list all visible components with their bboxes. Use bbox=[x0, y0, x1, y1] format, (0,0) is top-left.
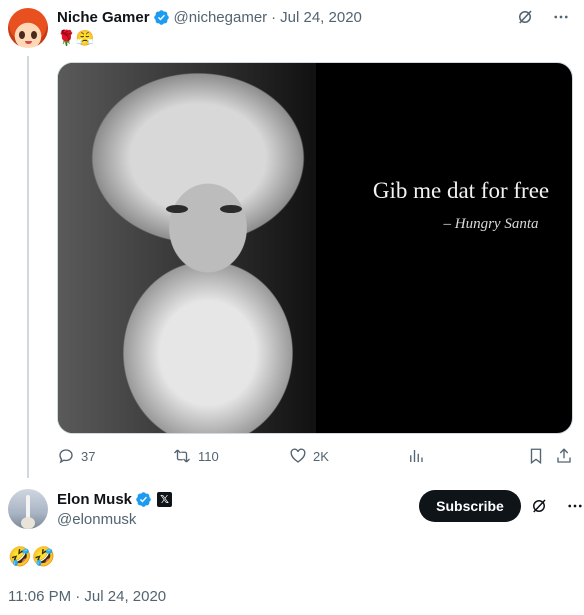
like-icon bbox=[290, 448, 306, 463]
parent-tweet-actions bbox=[516, 8, 570, 26]
share-icon bbox=[557, 448, 571, 463]
retweet-button[interactable]: 110 bbox=[172, 447, 219, 465]
meme-quote-text: Gib me dat for free bbox=[372, 178, 550, 203]
more-icon[interactable] bbox=[566, 497, 584, 515]
views-icon bbox=[410, 450, 423, 462]
avatar-eye bbox=[19, 31, 25, 39]
reply-count: 37 bbox=[81, 448, 96, 464]
meme-quote: Gib me dat for free – Hungry Santa bbox=[318, 178, 572, 233]
grok-icon[interactable] bbox=[530, 497, 548, 515]
tweet-date[interactable]: Jul 24, 2020 bbox=[280, 9, 362, 26]
reply-button[interactable]: 37 bbox=[57, 447, 95, 465]
tweet-timestamp[interactable]: 11:06 PM · Jul 24, 2020 bbox=[8, 588, 166, 605]
portrait-eye bbox=[220, 205, 242, 213]
parent-tweet-text: 🌹😤 bbox=[57, 30, 95, 47]
avatar-rocket bbox=[26, 495, 30, 519]
subscribe-button[interactable]: Subscribe bbox=[419, 490, 521, 522]
avatar-elon-musk[interactable] bbox=[8, 489, 48, 529]
views-button[interactable] bbox=[407, 447, 425, 465]
avatar-plume bbox=[21, 517, 35, 529]
reply-tweet-actions bbox=[530, 497, 584, 515]
separator: · bbox=[271, 8, 277, 26]
retweet-count: 110 bbox=[198, 448, 219, 464]
more-icon[interactable] bbox=[552, 8, 570, 26]
avatar-eye bbox=[31, 31, 37, 39]
like-count: 2K bbox=[313, 448, 329, 464]
bookmark-icon bbox=[530, 448, 542, 465]
grok-icon[interactable] bbox=[516, 8, 534, 26]
reply-tweet-header: Elon Musk 𝕏 bbox=[57, 491, 173, 508]
retweet-icon bbox=[174, 449, 190, 463]
share-button[interactable] bbox=[555, 447, 573, 465]
verified-icon bbox=[136, 492, 151, 507]
portrait-eye bbox=[166, 205, 188, 213]
tweet-media-image[interactable]: Gib me dat for free – Hungry Santa bbox=[57, 62, 573, 434]
meme-quote-attribution: – Hungry Santa bbox=[443, 216, 539, 232]
affiliate-badge-icon[interactable]: 𝕏 bbox=[157, 492, 173, 507]
handle[interactable]: @nichegamer bbox=[174, 9, 268, 26]
reply-icon bbox=[59, 449, 73, 464]
portrait-photo bbox=[58, 63, 316, 433]
avatar-niche-gamer[interactable] bbox=[8, 8, 48, 48]
engagement-bar: 37 110 2K bbox=[57, 447, 573, 467]
handle[interactable]: @elonmusk bbox=[57, 511, 136, 528]
verified-icon bbox=[153, 9, 169, 25]
thread-connector bbox=[27, 56, 29, 478]
avatar-mouth bbox=[25, 41, 32, 44]
parent-tweet-header: Niche Gamer @nichegamer · Jul 24, 2020 bbox=[57, 7, 362, 27]
bookmark-button[interactable] bbox=[527, 447, 545, 465]
like-button[interactable]: 2K bbox=[289, 447, 329, 465]
display-name[interactable]: Elon Musk bbox=[57, 491, 132, 508]
display-name[interactable]: Niche Gamer bbox=[57, 9, 150, 26]
reply-tweet-text: 🤣🤣 bbox=[8, 547, 56, 568]
